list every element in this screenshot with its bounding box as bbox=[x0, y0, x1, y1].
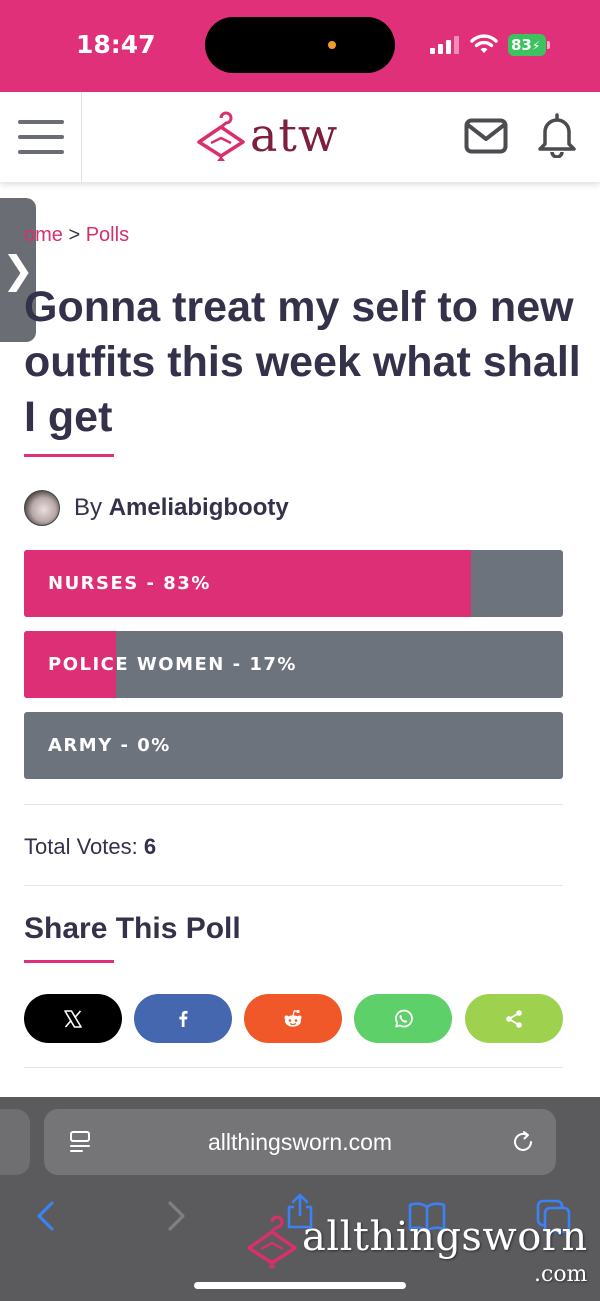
reddit-icon bbox=[284, 1009, 302, 1027]
site-logo[interactable]: atw bbox=[196, 108, 366, 166]
breadcrumb: ome > Polls bbox=[24, 224, 129, 247]
breadcrumb-home-link[interactable]: ome bbox=[24, 224, 63, 246]
author-byline: By Ameliabigbooty bbox=[74, 494, 289, 522]
watermark-text: allthingsworn bbox=[302, 1214, 588, 1260]
whatsapp-icon bbox=[395, 1009, 413, 1027]
breadcrumb-separator: > bbox=[68, 224, 81, 246]
battery-icon: 83⚡ bbox=[508, 34, 550, 56]
forward-icon[interactable] bbox=[156, 1197, 196, 1237]
share-more-button[interactable] bbox=[465, 994, 563, 1043]
share-whatsapp-button[interactable] bbox=[354, 994, 452, 1043]
url-text: allthingsworn.com bbox=[207, 1129, 393, 1155]
menu-button[interactable] bbox=[0, 92, 82, 182]
hanger-watermark-icon bbox=[247, 1215, 297, 1268]
total-votes: Total Votes: 6 bbox=[24, 834, 156, 860]
avatar[interactable] bbox=[24, 490, 60, 526]
author-name-link[interactable]: Ameliabigbooty bbox=[109, 494, 289, 521]
poll-option-label: ARMY - 0% bbox=[48, 735, 171, 756]
facebook-icon bbox=[179, 1010, 188, 1027]
mail-icon[interactable] bbox=[464, 118, 508, 154]
reload-icon[interactable] bbox=[510, 1129, 536, 1155]
total-votes-count: 6 bbox=[143, 834, 157, 859]
cellular-signal-icon bbox=[430, 36, 459, 54]
battery-percent: 83 bbox=[511, 36, 532, 54]
share-underline bbox=[24, 960, 114, 963]
poll-option-label: NURSES - 83% bbox=[48, 573, 211, 594]
watermark-suffix: .com bbox=[534, 1262, 588, 1287]
share-x-button[interactable] bbox=[24, 994, 122, 1043]
divider bbox=[24, 804, 563, 805]
title-underline bbox=[24, 454, 114, 457]
previous-tab-preview[interactable] bbox=[0, 1109, 30, 1175]
back-icon[interactable] bbox=[28, 1197, 68, 1237]
poll-option[interactable]: ARMY - 0% bbox=[24, 712, 563, 779]
home-indicator[interactable] bbox=[194, 1282, 406, 1289]
camera-indicator-dot bbox=[328, 41, 336, 49]
wifi-icon bbox=[470, 34, 498, 53]
share-icon bbox=[506, 1009, 522, 1028]
author-prefix: By bbox=[74, 494, 103, 521]
poll-title: Gonna treat my self to new outfits this … bbox=[24, 283, 581, 441]
breadcrumb-polls-link[interactable]: Polls bbox=[86, 224, 129, 246]
divider bbox=[24, 1067, 563, 1068]
poll-option-label: POLICE WOMEN - 17% bbox=[48, 654, 297, 675]
allthingsworn-watermark: allthingsworn .com bbox=[246, 1214, 596, 1287]
menu-icon bbox=[18, 120, 64, 124]
share-reddit-button[interactable] bbox=[244, 994, 342, 1043]
share-title: Share This Poll bbox=[24, 912, 241, 945]
poll-option[interactable]: NURSES - 83% bbox=[24, 550, 563, 617]
status-time: 18:47 bbox=[76, 30, 156, 59]
site-header: atw bbox=[0, 92, 600, 182]
status-bar: 18:47 83⚡ bbox=[0, 0, 600, 92]
total-votes-label: Total Votes: bbox=[24, 834, 138, 859]
address-bar[interactable]: allthingsworn.com bbox=[44, 1109, 556, 1175]
poll-option[interactable]: POLICE WOMEN - 17% bbox=[24, 631, 563, 698]
dynamic-island bbox=[205, 17, 395, 73]
x-logo-icon bbox=[64, 1009, 82, 1028]
bell-icon[interactable] bbox=[536, 112, 578, 158]
divider bbox=[24, 885, 563, 886]
share-facebook-button[interactable] bbox=[134, 994, 232, 1043]
battery-level: 83⚡ bbox=[508, 34, 546, 56]
hanger-logo-icon bbox=[197, 111, 245, 161]
logo-text: atw bbox=[250, 108, 339, 162]
